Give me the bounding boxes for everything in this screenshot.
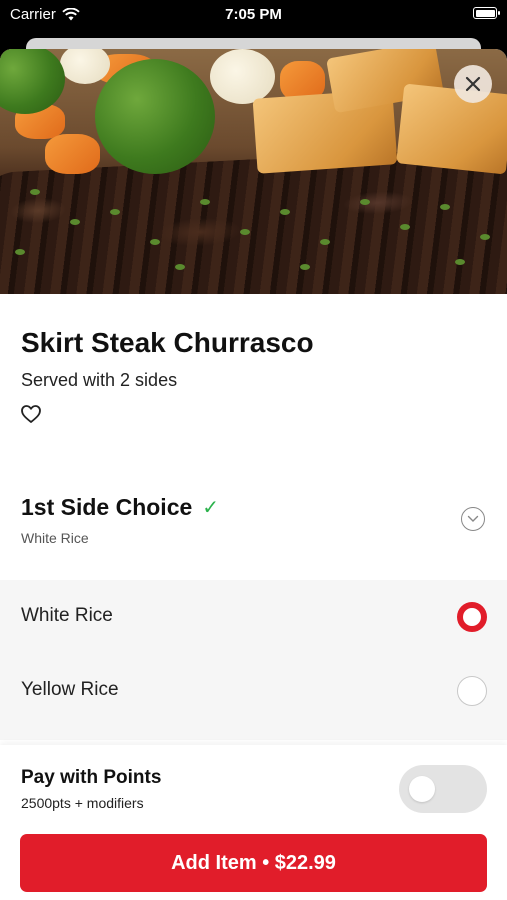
side-choice-header[interactable]: 1st Side Choice ✓ White Rice — [0, 474, 507, 574]
favorite-heart-icon[interactable] — [20, 404, 42, 424]
side-options-list: White Rice Yellow Rice — [0, 580, 507, 740]
option-label: Yellow Rice — [21, 679, 119, 700]
item-photo — [0, 49, 507, 294]
battery-icon — [473, 7, 500, 19]
item-detail-sheet: Skirt Steak Churrasco Served with 2 side… — [0, 49, 507, 900]
add-item-button[interactable]: Add Item • $22.99 — [20, 834, 487, 892]
checkout-footer: Pay with Points 2500pts + modifiers Add … — [0, 745, 507, 900]
side-option-white-rice[interactable]: White Rice — [0, 580, 507, 654]
status-bar: Carrier 7:05 PM — [0, 0, 507, 30]
item-title: Skirt Steak Churrasco — [21, 327, 314, 358]
radio-unselected[interactable] — [457, 676, 487, 706]
side-choice-title: 1st Side Choice — [21, 494, 193, 520]
option-label: White Rice — [21, 605, 113, 626]
close-icon — [465, 76, 481, 92]
side-option-yellow-rice[interactable]: Yellow Rice — [0, 654, 507, 728]
close-button[interactable] — [454, 65, 492, 103]
radio-selected[interactable] — [457, 602, 487, 632]
checkmark-icon: ✓ — [202, 497, 220, 519]
points-title: Pay with Points — [21, 767, 162, 788]
clock: 7:05 PM — [225, 6, 282, 23]
pay-with-points-toggle[interactable] — [399, 765, 487, 813]
side-choice-selected: White Rice — [21, 530, 89, 546]
item-subtitle: Served with 2 sides — [21, 370, 178, 390]
toggle-knob — [409, 776, 435, 802]
points-subtitle: 2500pts + modifiers — [21, 795, 144, 811]
chevron-down-icon[interactable] — [461, 507, 485, 531]
